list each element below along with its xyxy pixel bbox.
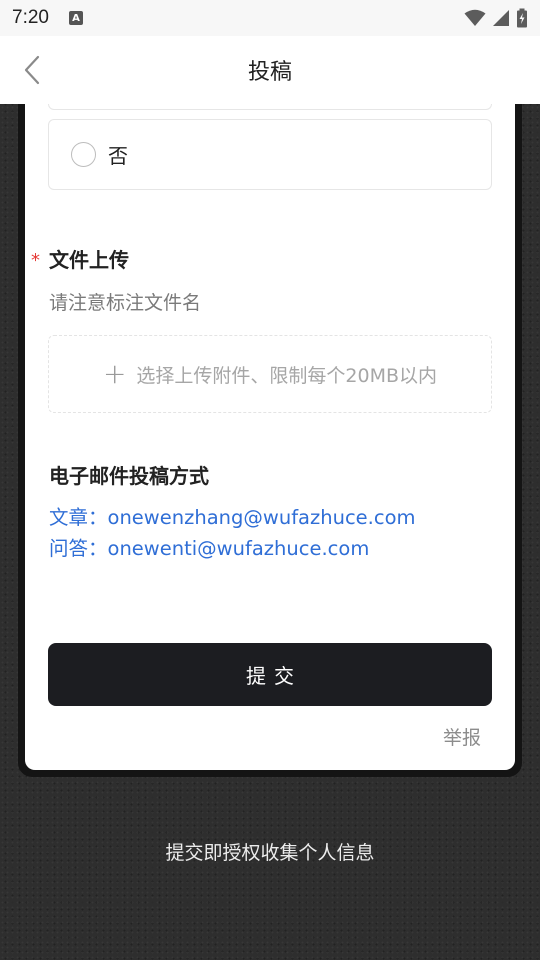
wifi-icon <box>464 9 486 26</box>
page-title: 投稿 <box>247 60 292 85</box>
plus-icon: + <box>102 357 127 390</box>
upload-hint: 请注意标注文件名 <box>49 292 202 314</box>
article-email-prefix: 文章： <box>49 506 108 529</box>
qa-email-prefix: 问答： <box>49 537 108 560</box>
qa-email-link[interactable]: onewenti@wufazhuce.com <box>108 537 370 560</box>
back-chevron-icon <box>24 55 40 85</box>
email-section-title: 电子邮件投稿方式 <box>49 464 209 488</box>
status-bar: 7:20 A <box>0 0 540 36</box>
top-navigation-bar: 投稿 <box>0 36 540 104</box>
qa-email-line: 问答：onewenti@wufazhuce.com <box>49 532 369 561</box>
option-no-label: 否 <box>108 144 128 168</box>
signal-icon <box>493 10 509 26</box>
status-icons <box>464 8 528 28</box>
privacy-consent-note: 提交即授权收集个人信息 <box>165 842 375 864</box>
article-email-link[interactable]: onewenzhang@wufazhuce.com <box>108 506 416 529</box>
submission-form-card: 否 * 文件上传 请注意标注文件名 + 选择上传附件、限制每个20MB以内 电子… <box>25 60 515 770</box>
upload-section-title: 文件上传 <box>49 248 129 272</box>
option-no[interactable]: 否 <box>48 119 492 190</box>
report-link[interactable]: 举报 <box>443 723 481 750</box>
upload-attachment-button[interactable]: + 选择上传附件、限制每个20MB以内 <box>48 335 492 413</box>
status-time: 7:20 <box>12 7 49 28</box>
notification-icon: A <box>68 11 83 25</box>
submit-button[interactable]: 提交 <box>48 643 492 706</box>
battery-icon <box>517 8 527 28</box>
back-button[interactable] <box>10 46 54 94</box>
radio-unchecked-icon[interactable] <box>71 142 96 167</box>
article-email-line: 文章：onewenzhang@wufazhuce.com <box>49 501 416 530</box>
required-marker: * <box>31 250 40 271</box>
upload-label: 选择上传附件、限制每个20MB以内 <box>136 364 438 387</box>
